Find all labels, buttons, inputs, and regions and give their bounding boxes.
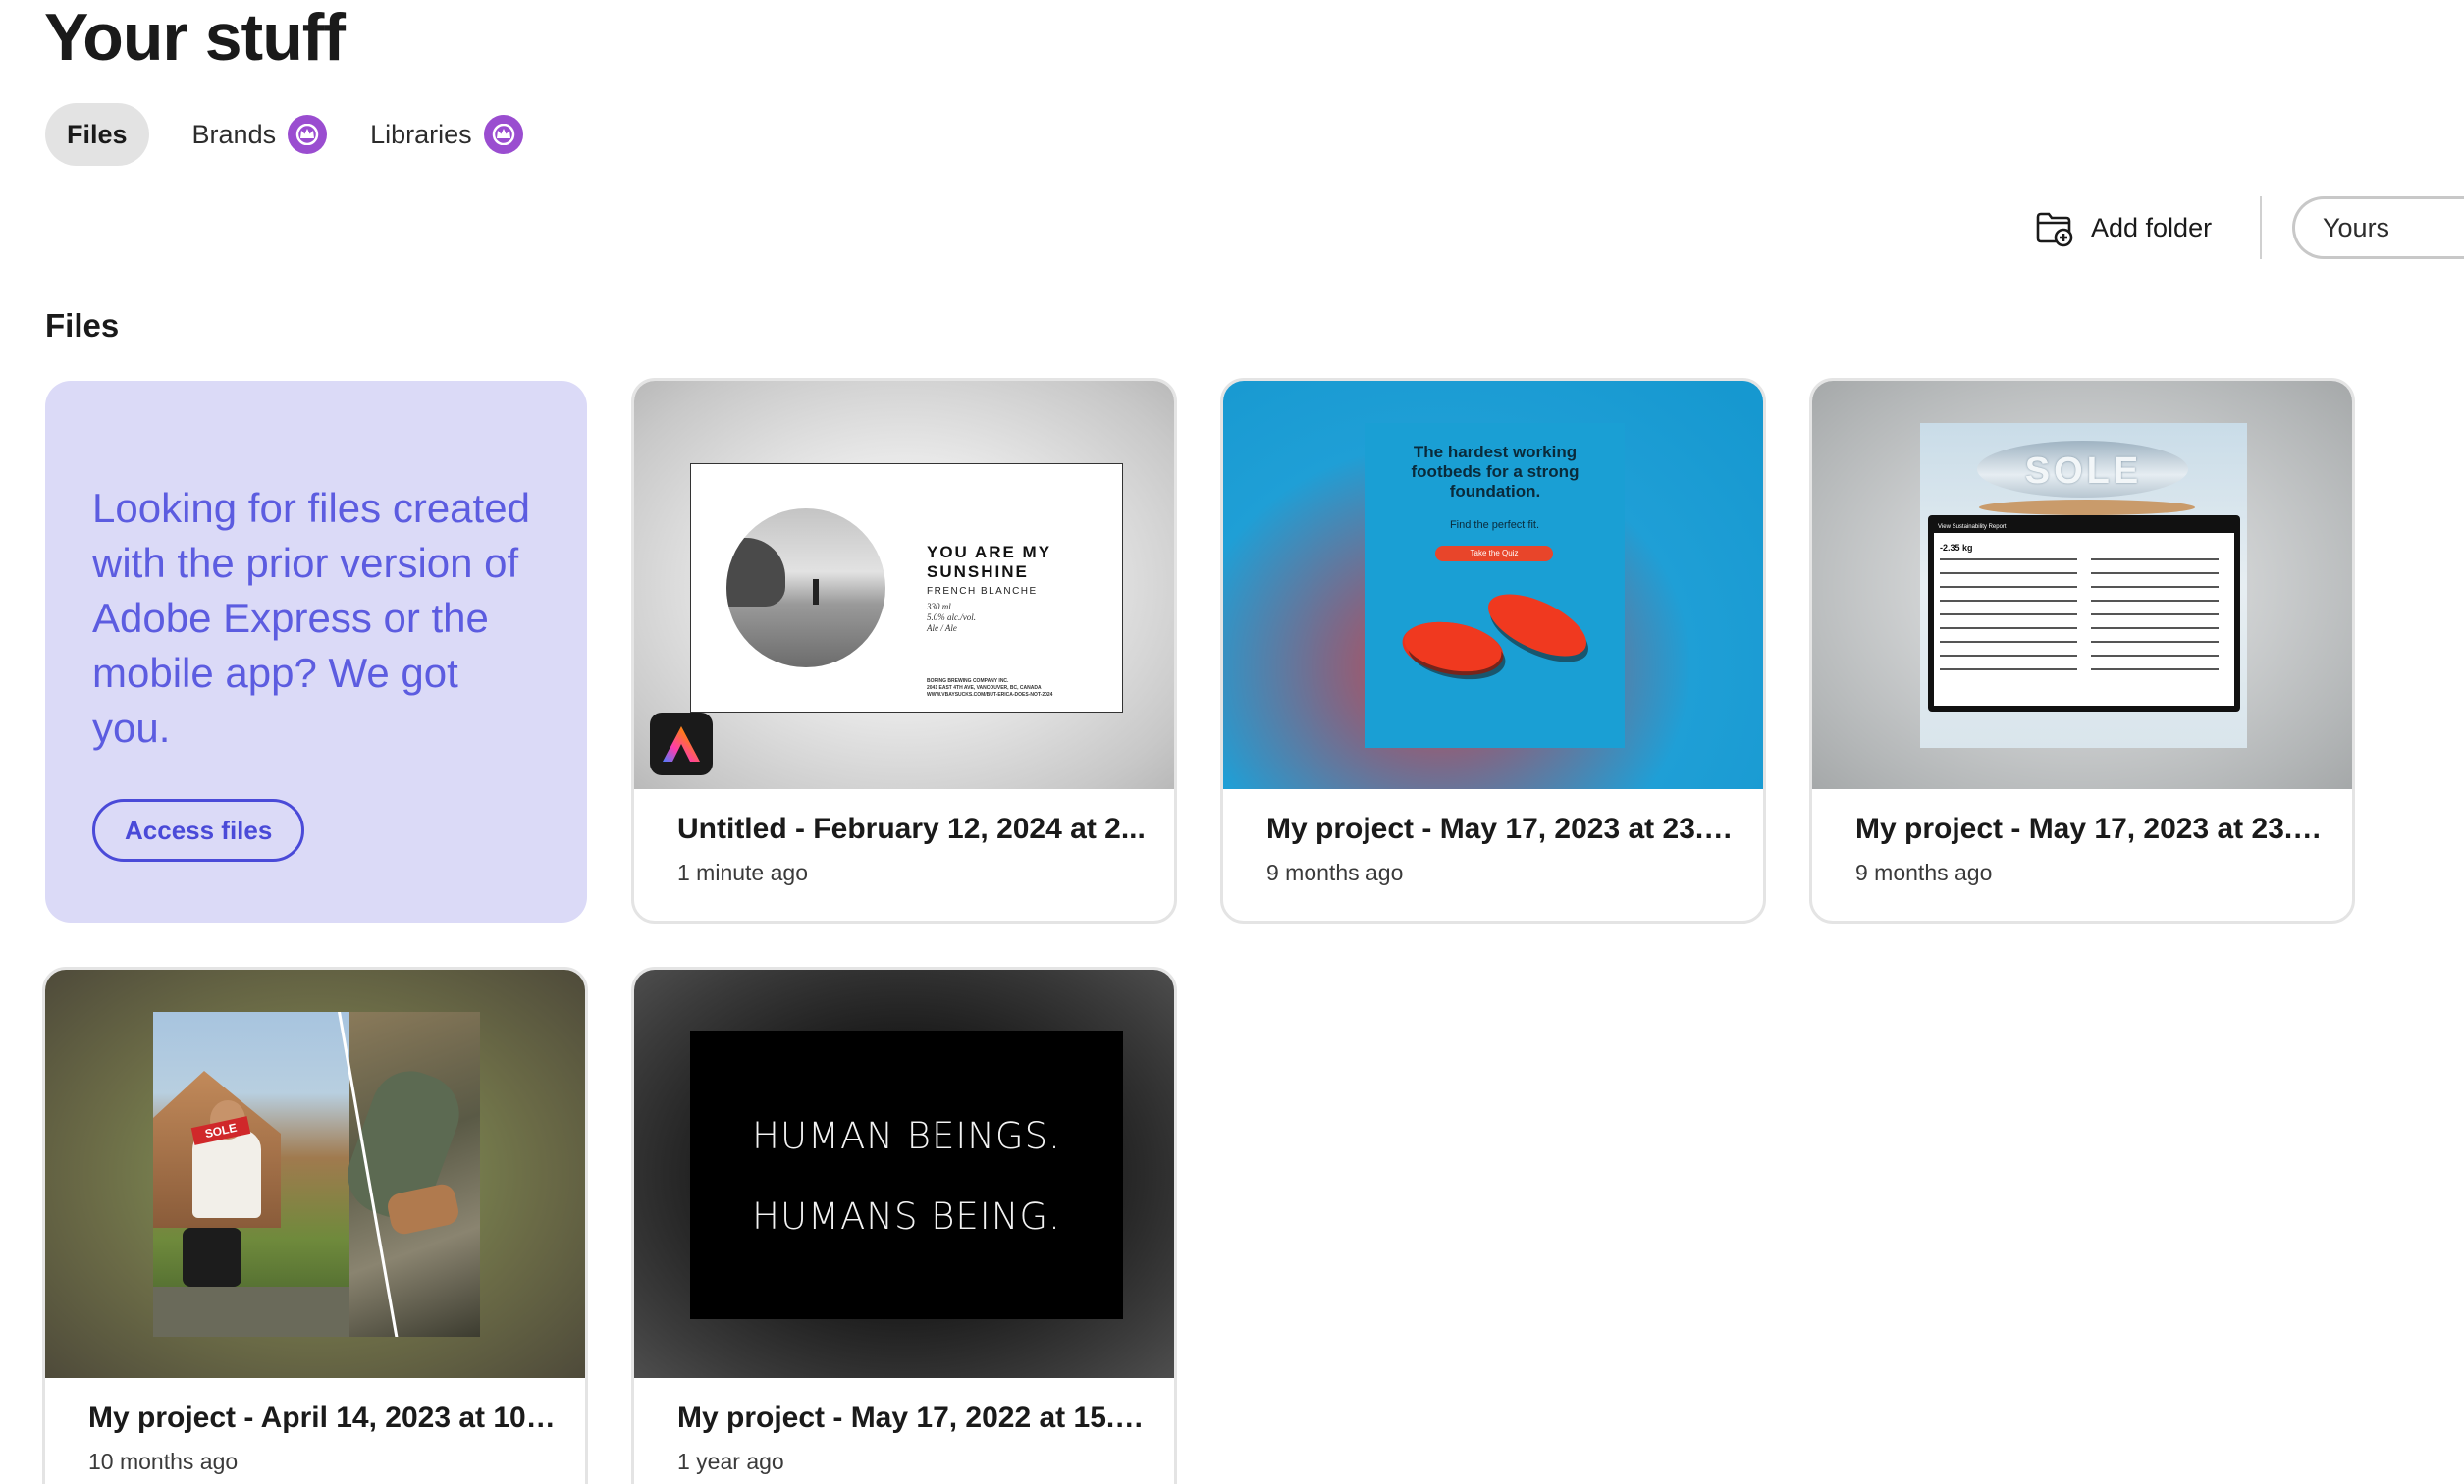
thumb-heading-2: SUNSHINE: [927, 562, 1029, 581]
thumb-subheading: FRENCH BLANCHE: [927, 586, 1038, 597]
file-thumbnail: SOLE View Sustainability Report -2.35 kg: [1812, 381, 2352, 789]
tab-files[interactable]: Files: [45, 103, 149, 166]
file-thumbnail: YOU ARE MY SUNSHINE FRENCH BLANCHE 330 m…: [634, 381, 1174, 789]
thumb-logo: SOLE: [2024, 450, 2143, 492]
tab-brands-label: Brands: [191, 119, 277, 149]
add-folder-icon: [2036, 212, 2073, 247]
thumb-metric: -2.35 kg: [1940, 543, 1973, 553]
file-thumbnail: The hardest working footbeds for a stron…: [1223, 381, 1763, 789]
access-files-button[interactable]: Access files: [92, 799, 305, 862]
crown-icon: [288, 115, 328, 154]
section-heading: Files: [45, 307, 120, 344]
tabs: Files Brands Libraries: [45, 103, 523, 166]
file-modified: 1 minute ago: [677, 860, 808, 885]
promo-text: Looking for files created with the prior…: [92, 485, 530, 751]
thumb-line-2: HUMANS BEING.: [752, 1195, 1061, 1238]
thumb-footer-2: 2041 EAST 4TH AVE, VANCOUVER, BC, CANADA: [927, 685, 1042, 691]
promo-card: Looking for files created with the prior…: [45, 381, 587, 923]
file-title: My project - May 17, 2023 at 23.2...: [1855, 813, 2327, 845]
tab-brands[interactable]: Brands: [161, 103, 328, 166]
add-folder-button[interactable]: Add folder: [2034, 204, 2212, 251]
file-card[interactable]: SOLE My project - April 14, 2023 at 10.1…: [42, 967, 588, 1484]
owner-filter-value: Yours: [2323, 212, 2390, 242]
thumb-heading: The hardest working footbeds for a stron…: [1411, 443, 1580, 501]
file-card[interactable]: SOLE View Sustainability Report -2.35 kg…: [1809, 378, 2355, 924]
thumb-panel-title: View Sustainability Report: [1934, 521, 2234, 533]
thumb-heading-1: YOU ARE MY: [927, 543, 1052, 561]
file-modified: 1 year ago: [677, 1449, 784, 1474]
insole-illustration: [1402, 594, 1588, 680]
crown-icon: [483, 115, 523, 154]
file-title: Untitled - February 12, 2024 at 2...: [677, 813, 1146, 845]
add-folder-label: Add folder: [2091, 212, 2213, 242]
thumb-footer-3: WWW.VBAYSUCKS.COM/BUT-ERICA-DOES-NOT-202…: [927, 692, 1053, 698]
file-modified: 10 months ago: [88, 1449, 239, 1474]
file-card[interactable]: HUMAN BEINGS. HUMANS BEING. My project -…: [631, 967, 1177, 1484]
owner-filter-select[interactable]: Yours: [2292, 196, 2464, 259]
thumb-cta: Take the Quiz: [1435, 546, 1553, 561]
thumb-line-1: HUMAN BEINGS.: [752, 1115, 1061, 1157]
page-title: Your stuff: [44, 0, 346, 75]
file-title: My project - May 17, 2022 at 15.5...: [677, 1402, 1149, 1434]
thumb-detail-3: Ale / Ale: [927, 623, 957, 633]
thumb-detail-1: 330 ml: [927, 602, 951, 611]
file-thumbnail: SOLE: [45, 970, 585, 1378]
toolbar-divider: [2260, 196, 2262, 259]
thumb-subtext: Find the perfect fit.: [1449, 519, 1540, 531]
tab-libraries[interactable]: Libraries: [339, 103, 523, 166]
file-thumbnail: HUMAN BEINGS. HUMANS BEING.: [634, 970, 1174, 1378]
thumb-footer-1: BORING BREWING COMPANY INC.: [927, 678, 1009, 684]
file-card[interactable]: YOU ARE MY SUNSHINE FRENCH BLANCHE 330 m…: [631, 378, 1177, 924]
file-modified: 9 months ago: [1855, 860, 1993, 885]
adobe-express-icon: [650, 713, 713, 775]
file-title: My project - May 17, 2023 at 23.5...: [1266, 813, 1738, 845]
file-card[interactable]: The hardest working footbeds for a stron…: [1220, 378, 1766, 924]
tab-libraries-label: Libraries: [370, 119, 472, 149]
file-modified: 9 months ago: [1266, 860, 1404, 885]
thumb-detail-2: 5.0% alc./vol.: [927, 612, 976, 622]
file-title: My project - April 14, 2023 at 10.1...: [88, 1402, 560, 1434]
